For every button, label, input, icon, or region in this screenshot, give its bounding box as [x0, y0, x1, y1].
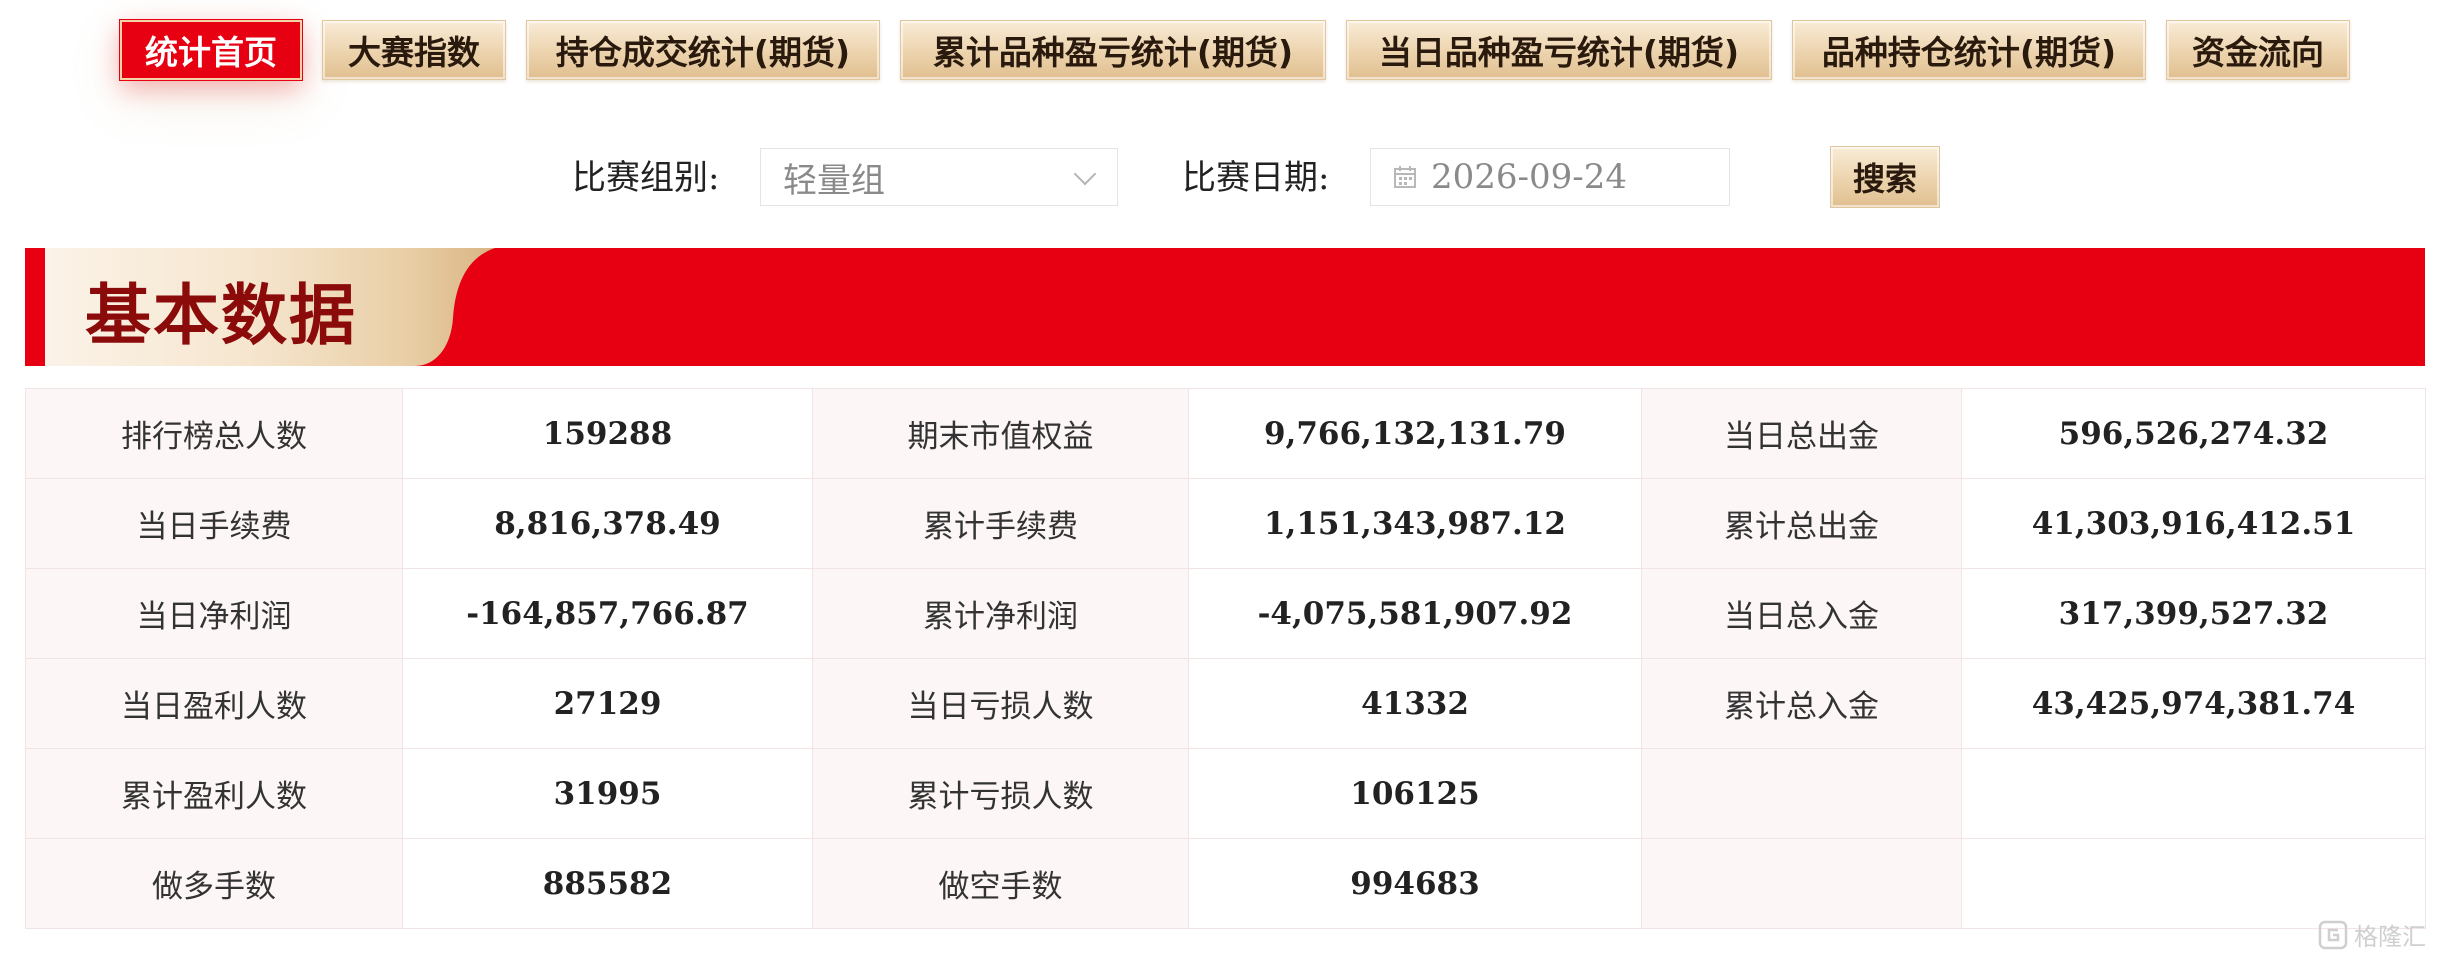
metric-label: 做多手数: [25, 838, 403, 929]
date-picker[interactable]: 2026-09-24: [1370, 148, 1730, 206]
tab-variety-position-stats[interactable]: 品种持仓统计(期货): [1792, 20, 2146, 80]
group-select-value: 轻量组: [783, 160, 885, 201]
metric-label: 当日亏损人数: [812, 658, 1189, 749]
metric-label: 累计亏损人数: [812, 748, 1189, 839]
tab-daily-variety-pnl[interactable]: 当日品种盈亏统计(期货): [1346, 20, 1772, 80]
metric-label: 当日盈利人数: [25, 658, 403, 749]
metric-label: 当日净利润: [25, 568, 403, 659]
metric-value: 1,151,343,987.12: [1188, 478, 1642, 569]
metric-label: 当日总入金: [1641, 568, 1962, 659]
metric-label: 当日总出金: [1641, 388, 1962, 479]
table-row: 累计盈利人数 31995 累计亏损人数 106125: [25, 748, 2426, 839]
tab-fund-flow[interactable]: 资金流向: [2166, 20, 2350, 80]
table-row: 当日盈利人数 27129 当日亏损人数 41332 累计总入金 43,425,9…: [25, 658, 2426, 749]
metric-label: 做空手数: [812, 838, 1189, 929]
metric-label: 累计净利润: [812, 568, 1189, 659]
metric-label: 累计总入金: [1641, 658, 1962, 749]
empty-label-cell: [1641, 838, 1962, 929]
metric-label: 累计盈利人数: [25, 748, 403, 839]
metric-value: 159288: [402, 388, 813, 479]
tab-stats-home[interactable]: 统计首页: [120, 20, 302, 80]
empty-label-cell: [1641, 748, 1962, 839]
metric-value: 43,425,974,381.74: [1961, 658, 2426, 749]
metric-value: 31995: [402, 748, 813, 839]
date-picker-value: 2026-09-24: [1431, 157, 1628, 197]
metric-value: 885582: [402, 838, 813, 929]
metric-value: 317,399,527.32: [1961, 568, 2426, 659]
table-row: 当日手续费 8,816,378.49 累计手续费 1,151,343,987.1…: [25, 478, 2426, 569]
metric-label: 期末市值权益: [812, 388, 1189, 479]
metric-value: -164,857,766.87: [402, 568, 813, 659]
date-filter-label: 比赛日期:: [1182, 158, 1330, 198]
metric-value: 994683: [1188, 838, 1642, 929]
table-row: 做多手数 885582 做空手数 994683: [25, 838, 2426, 929]
empty-value-cell: [1961, 748, 2426, 839]
metric-value: -4,075,581,907.92: [1188, 568, 1642, 659]
basic-data-table: 排行榜总人数 159288 期末市值权益 9,766,132,131.79 当日…: [25, 388, 2426, 929]
group-select[interactable]: 轻量组: [760, 148, 1118, 206]
metric-value: 41332: [1188, 658, 1642, 749]
metric-value: 106125: [1188, 748, 1642, 839]
gelonghui-logo-icon: [2318, 920, 2348, 949]
table-row: 排行榜总人数 159288 期末市值权益 9,766,132,131.79 当日…: [25, 388, 2426, 479]
tab-position-volume-stats[interactable]: 持仓成交统计(期货): [526, 20, 880, 80]
tab-cumulative-variety-pnl[interactable]: 累计品种盈亏统计(期货): [900, 20, 1326, 80]
group-filter-label: 比赛组别:: [572, 158, 720, 198]
metric-value: 41,303,916,412.51: [1961, 478, 2426, 569]
calendar-icon: [1394, 166, 1416, 188]
metric-label: 当日手续费: [25, 478, 403, 569]
section-banner: 基本数据: [25, 248, 2425, 366]
metric-label: 累计手续费: [812, 478, 1189, 569]
empty-value-cell: [1961, 838, 2426, 929]
watermark: 格隆汇: [2318, 917, 2426, 952]
search-button[interactable]: 搜索: [1830, 146, 1940, 208]
metric-value: 9,766,132,131.79: [1188, 388, 1642, 479]
chevron-down-icon: [1073, 162, 1097, 186]
table-row: 当日净利润 -164,857,766.87 累计净利润 -4,075,581,9…: [25, 568, 2426, 659]
section-title: 基本数据: [85, 276, 357, 354]
tab-contest-index[interactable]: 大赛指数: [322, 20, 506, 80]
metric-value: 596,526,274.32: [1961, 388, 2426, 479]
metric-label: 累计总出金: [1641, 478, 1962, 569]
metric-value: 8,816,378.49: [402, 478, 813, 569]
metric-label: 排行榜总人数: [25, 388, 403, 479]
watermark-text: 格隆汇: [2354, 923, 2426, 951]
metric-value: 27129: [402, 658, 813, 749]
